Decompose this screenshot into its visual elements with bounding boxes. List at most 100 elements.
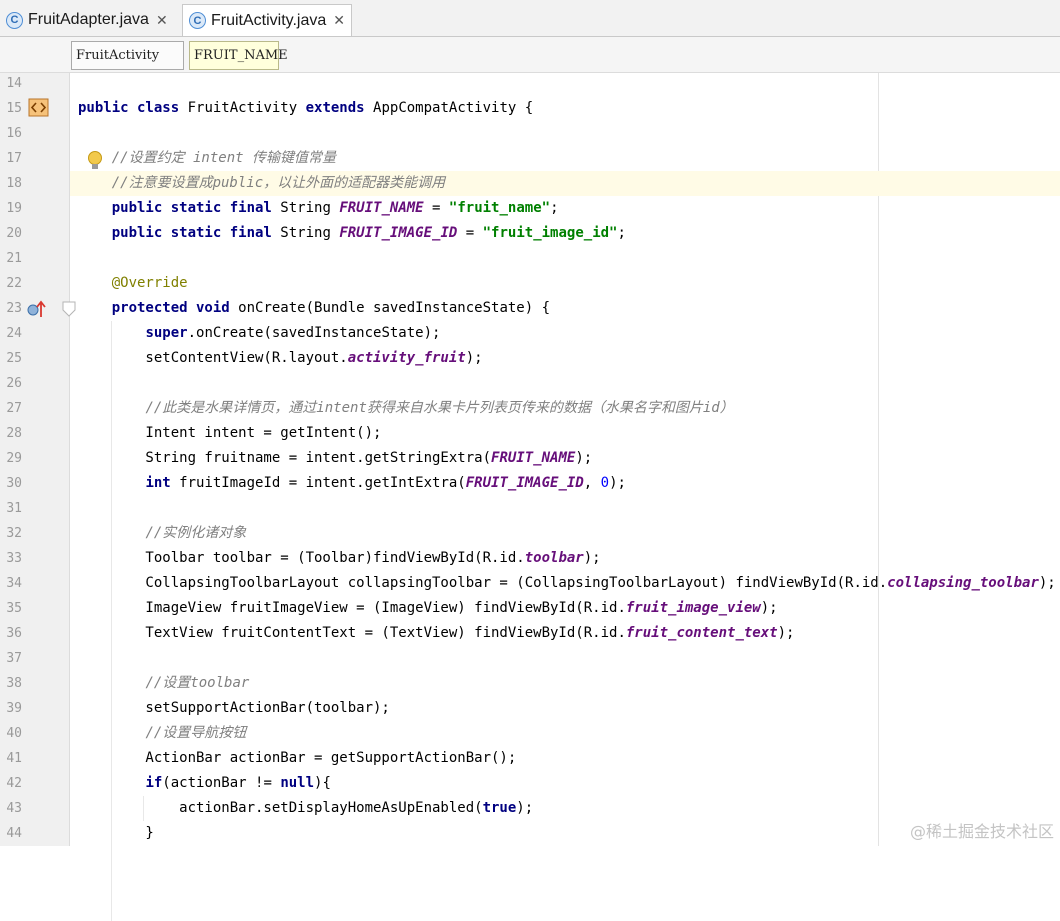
tab-fruitadapter[interactable]: C FruitAdapter.java ✕	[0, 4, 174, 36]
code-line[interactable]: 40 //设置导航按钮	[0, 721, 1060, 746]
code-token: setContentView(R.layout.	[78, 350, 348, 366]
code-text: setSupportActionBar(toolbar);	[78, 696, 390, 721]
code-line[interactable]: 22 @Override	[0, 271, 1060, 296]
code-token: String	[271, 225, 340, 241]
code-text: setContentView(R.layout.activity_fruit);	[78, 346, 482, 371]
code-token: toolbar	[524, 550, 584, 566]
lightbulb-icon[interactable]	[86, 150, 104, 172]
line-number: 29	[6, 451, 22, 466]
code-line[interactable]: 24 super.onCreate(savedInstanceState);	[0, 321, 1060, 346]
code-token: collapsing_toolbar	[887, 575, 1039, 591]
code-token: "fruit_image_id"	[482, 225, 618, 241]
code-token: public static final	[111, 200, 272, 216]
override-method-icon[interactable]	[26, 299, 48, 319]
code-token: public class	[78, 100, 180, 116]
code-line[interactable]: 37	[0, 646, 1060, 671]
code-token: );	[609, 475, 626, 491]
code-line[interactable]: 34 CollapsingToolbarLayout collapsingToo…	[0, 571, 1060, 596]
line-number: 30	[6, 476, 22, 491]
code-text: protected void onCreate(Bundle savedInst…	[78, 296, 550, 321]
tab-label: FruitActivity.java	[211, 11, 327, 29]
class-c-icon: C	[189, 12, 206, 29]
code-token: //设置导航按钮	[145, 725, 247, 741]
code-line[interactable]: 18 //注意要设置成public，以让外面的适配器类能调用	[6, 171, 1060, 196]
code-line[interactable]: 15 public class FruitActivity extends App…	[0, 96, 1060, 121]
code-token: setSupportActionBar(toolbar);	[78, 700, 390, 716]
code-line[interactable]: 27 //此类是水果详情页，通过intent获得来自水果卡片列表页传来的数据（水…	[0, 396, 1060, 421]
code-line[interactable]: 19 public static final String FRUIT_NAME…	[0, 196, 1060, 221]
code-text: //注意要设置成public，以让外面的适配器类能调用	[78, 171, 445, 196]
code-token: ActionBar actionBar = getSupportActionBa…	[78, 750, 517, 766]
code-line[interactable]: 30 int fruitImageId = intent.getIntExtra…	[0, 471, 1060, 496]
code-line[interactable]: 39 setSupportActionBar(toolbar);	[0, 696, 1060, 721]
line-number: 28	[6, 426, 22, 441]
code-token: protected void	[111, 300, 230, 316]
code-line[interactable]: 36 TextView fruitContentText = (TextView…	[0, 621, 1060, 646]
code-token: );	[575, 450, 593, 466]
code-text: TextView fruitContentText = (TextView) f…	[78, 621, 794, 646]
code-line[interactable]: 25 setContentView(R.layout.activity_frui…	[0, 346, 1060, 371]
code-token: activity_fruit	[347, 350, 466, 366]
code-token: //设置toolbar	[145, 675, 250, 691]
code-line[interactable]: 41 ActionBar actionBar = getSupportActio…	[0, 746, 1060, 771]
code-token: AppCompatActivity {	[364, 100, 534, 116]
code-text: CollapsingToolbarLayout collapsingToolba…	[78, 571, 1055, 596]
code-line[interactable]: 33 Toolbar toolbar = (Toolbar)findViewBy…	[0, 546, 1060, 571]
code-token: onCreate(Bundle savedInstanceState) {	[229, 300, 551, 316]
code-token: super	[145, 325, 188, 341]
code-token: true	[482, 800, 517, 816]
line-number: 36	[6, 626, 22, 641]
line-number: 23	[6, 301, 22, 316]
code-line[interactable]: 32 //实例化诸对象	[0, 521, 1060, 546]
code-token: .onCreate(savedInstanceState);	[187, 325, 441, 341]
code-token: ;	[550, 200, 559, 216]
code-token: =	[457, 225, 483, 241]
line-number: 40	[6, 726, 22, 741]
code-token: ImageView fruitImageView = (ImageView) f…	[78, 600, 626, 616]
code-line[interactable]: 38 //设置toolbar	[0, 671, 1060, 696]
code-token: ){	[314, 775, 331, 791]
breadcrumb-item-class[interactable]: FruitActivity	[71, 41, 184, 70]
indent-guide	[111, 321, 112, 921]
code-line[interactable]: 20 public static final String FRUIT_IMAG…	[0, 221, 1060, 246]
close-icon[interactable]: ✕	[156, 12, 168, 29]
code-token: //实例化诸对象	[145, 525, 247, 541]
fold-icon[interactable]	[62, 301, 76, 317]
code-token: actionBar.setDisplayHomeAsUpEnabled(	[78, 800, 483, 816]
indent-guide	[143, 796, 144, 821]
code-line[interactable]: 28 Intent intent = getIntent();	[0, 421, 1060, 446]
tab-fruitactivity[interactable]: C FruitActivity.java ✕	[182, 4, 353, 36]
code-line[interactable]: 42 if(actionBar != null){	[0, 771, 1060, 796]
line-number: 27	[6, 401, 22, 416]
line-number: 35	[6, 601, 22, 616]
code-text: //设置约定 intent 传输键值常量	[78, 146, 336, 171]
close-icon[interactable]: ✕	[333, 12, 345, 29]
code-line[interactable]: 35 ImageView fruitImageView = (ImageView…	[0, 596, 1060, 621]
line-number: 41	[6, 751, 22, 766]
code-text: //此类是水果详情页，通过intent获得来自水果卡片列表页传来的数据（水果名字…	[78, 396, 733, 421]
code-line[interactable]: 17 //设置约定 intent 传输键值常量	[0, 146, 1060, 171]
breadcrumb-item-field[interactable]: FRUIT_NAME	[189, 41, 288, 70]
code-line[interactable]: 16	[0, 121, 1060, 146]
code-line[interactable]: 31	[0, 496, 1060, 521]
code-token: );	[777, 625, 795, 641]
code-text: actionBar.setDisplayHomeAsUpEnabled(true…	[78, 796, 533, 821]
code-token: TextView fruitContentText = (TextView) f…	[78, 625, 626, 641]
code-line[interactable]: 23 protected void onCreate(Bundle savedI…	[0, 296, 1060, 321]
code-token: }	[78, 825, 154, 841]
code-token: =	[423, 200, 449, 216]
class-override-icon[interactable]	[28, 97, 50, 119]
code-line[interactable]: 43 actionBar.setDisplayHomeAsUpEnabled(t…	[0, 796, 1060, 821]
code-token: @Override	[111, 275, 188, 291]
code-line[interactable]: 26	[0, 371, 1060, 396]
code-token: //设置约定 intent 传输键值常量	[111, 150, 337, 166]
code-text: Intent intent = getIntent();	[78, 421, 381, 446]
code-line[interactable]: 29 String fruitname = intent.getStringEx…	[0, 446, 1060, 471]
line-number: 42	[6, 776, 22, 791]
code-line[interactable]: 44 }	[0, 821, 1060, 846]
code-line[interactable]: 21	[0, 246, 1060, 271]
line-number: 21	[6, 251, 22, 266]
code-line[interactable]: 14	[0, 71, 1060, 96]
